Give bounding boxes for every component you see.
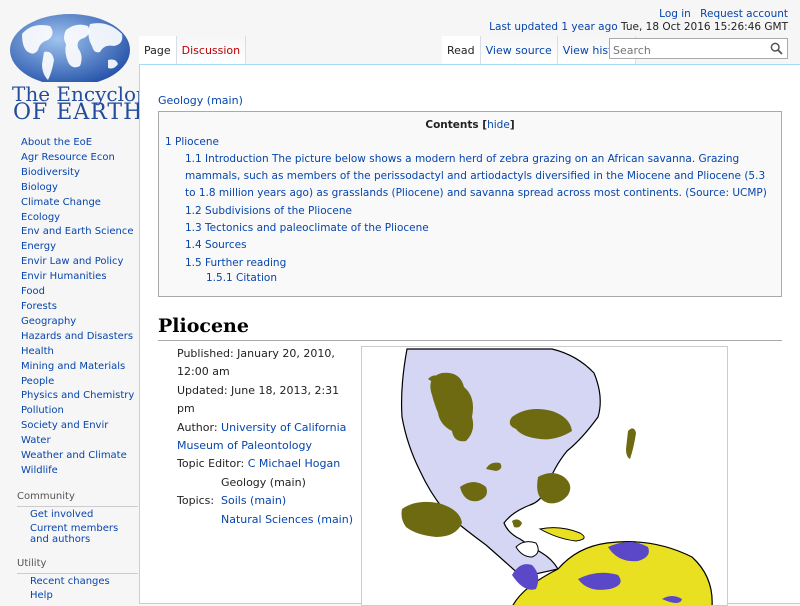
sidebar-item-help[interactable]: Help: [17, 590, 138, 602]
last-updated-date: Tue, 18 Oct 2016 15:26:46 GMT: [621, 21, 788, 33]
view-tabs: Read View source View history: [442, 36, 637, 64]
toc-item-1-2[interactable]: 1.2 Subdivisions of the Pliocene: [185, 203, 775, 220]
sidebar-item-mining-materials[interactable]: Mining and Materials: [0, 360, 138, 375]
breadcrumb[interactable]: Geology (main): [158, 94, 243, 107]
sidebar-item-agr-resource-econ[interactable]: Agr Resource Econ: [0, 151, 138, 166]
sidebar-item-energy[interactable]: Energy: [0, 240, 138, 255]
last-updated-link[interactable]: Last updated 1 year ago: [489, 21, 618, 33]
sidebar-item-current-members[interactable]: Current members and authors: [17, 524, 138, 545]
sidebar-item-hazards-disasters[interactable]: Hazards and Disasters: [0, 330, 138, 345]
toc-item-1-3[interactable]: 1.3 Tectonics and paleoclimate of the Pl…: [185, 220, 775, 237]
toc-item-1-4[interactable]: 1.4 Sources: [185, 237, 775, 254]
sidebar-item-geography[interactable]: Geography: [0, 315, 138, 330]
sidebar-item-ecology[interactable]: Ecology: [0, 211, 138, 226]
user-links: Log in Request account Last updated 1 ye…: [483, 8, 788, 34]
sidebar-item-physics-chemistry[interactable]: Physics and Chemistry: [0, 389, 138, 404]
toc-hide-link[interactable]: hide: [487, 119, 510, 131]
sidebar-item-people[interactable]: People: [0, 375, 138, 390]
published-row: Published: January 20, 2010, 12:00 am: [177, 347, 335, 379]
pliocene-fauna-map: [361, 346, 728, 606]
sidebar-item-pollution[interactable]: Pollution: [0, 404, 138, 419]
sidebar-item-biodiversity[interactable]: Biodiversity: [0, 166, 138, 181]
search-box: [609, 38, 788, 60]
sidebar-item-health[interactable]: Health: [0, 345, 138, 360]
sidebar-item-env-earth-science[interactable]: Env and Earth Science: [0, 225, 138, 240]
toc-item-1-5[interactable]: 1.5 Further reading: [185, 255, 775, 272]
topics-label: Topics:: [177, 493, 215, 507]
tab-discussion[interactable]: Discussion: [176, 36, 247, 64]
editor-row: Topic Editor: C Michael Hogan: [177, 457, 341, 471]
tab-page[interactable]: Page: [139, 36, 177, 64]
search-input[interactable]: [610, 41, 760, 60]
community-heading: Community: [17, 490, 75, 502]
toc-item-1[interactable]: 1 Pliocene: [165, 136, 219, 148]
topics-row: Topics: Geology (main) Soils (main) Natu…: [177, 474, 357, 529]
tab-read[interactable]: Read: [442, 36, 481, 64]
toc-item-1-5-1[interactable]: 1.5.1 Citation: [206, 272, 277, 284]
logo-title-line2: OF EARTH: [13, 100, 144, 125]
updated-row: Updated: June 18, 2013, 2:31 pm: [177, 383, 340, 416]
sidebar-item-biology[interactable]: Biology: [0, 181, 138, 196]
main-content: Geology (main) Contents [hide] 1 Pliocen…: [139, 64, 800, 606]
sidebar-item-envir-humanities[interactable]: Envir Humanities: [0, 270, 138, 285]
sidebar-item-get-involved[interactable]: Get involved: [17, 509, 138, 521]
namespace-tabs: Page Discussion: [139, 36, 247, 64]
author-row: Author: University of California Museum …: [177, 420, 347, 453]
site-logo[interactable]: The Encyclopedia OF EARTH: [4, 10, 192, 125]
login-link[interactable]: Log in: [659, 8, 691, 20]
tab-view-source[interactable]: View source: [480, 36, 558, 64]
sidebar-item-recent-changes[interactable]: Recent changes: [17, 576, 138, 588]
search-icon[interactable]: [770, 42, 783, 55]
sidebar: About the EoE Agr Resource Econ Biodiver…: [0, 136, 138, 606]
community-links: Get involved Current members and authors: [17, 505, 138, 546]
toc-item-1-1[interactable]: 1.1 Introduction The picture below shows…: [185, 151, 775, 201]
sidebar-item-about-eoe[interactable]: About the EoE: [0, 136, 138, 151]
sidebar-item-climate-change[interactable]: Climate Change: [0, 196, 138, 211]
sidebar-item-envir-law-policy[interactable]: Envir Law and Policy: [0, 255, 138, 270]
sidebar-item-food[interactable]: Food: [0, 285, 138, 300]
sidebar-item-weather-climate[interactable]: Weather and Climate: [0, 449, 138, 464]
last-updated: Last updated 1 year ago Tue, 18 Oct 2016…: [483, 21, 788, 34]
topic-soils-link[interactable]: Soils (main): [221, 494, 286, 507]
toc-heading: Contents [hide]: [425, 119, 515, 131]
fauna-map-image: [400, 348, 713, 605]
utility-heading: Utility: [17, 557, 47, 569]
topic-geology: Geology (main): [221, 475, 306, 489]
topic-natural-sciences-link[interactable]: Natural Sciences (main): [221, 513, 353, 526]
sidebar-item-forests[interactable]: Forests: [0, 300, 138, 315]
sidebar-item-water[interactable]: Water: [0, 434, 138, 449]
utility-links: Recent changes Help: [17, 572, 138, 602]
globe-icon: [10, 14, 130, 82]
sidebar-item-wildlife[interactable]: Wildlife: [0, 464, 138, 479]
sidebar-topics: About the EoE Agr Resource Econ Biodiver…: [0, 136, 138, 479]
request-account-link[interactable]: Request account: [700, 8, 788, 20]
page-title: Pliocene: [158, 315, 782, 341]
table-of-contents: Contents [hide] 1 Pliocene 1.1 Introduct…: [158, 111, 782, 297]
sidebar-item-society-envir[interactable]: Society and Envir: [0, 419, 138, 434]
article-infobox: Published: January 20, 2010, 12:00 am Up…: [177, 345, 357, 529]
editor-link[interactable]: C Michael Hogan: [248, 457, 341, 470]
